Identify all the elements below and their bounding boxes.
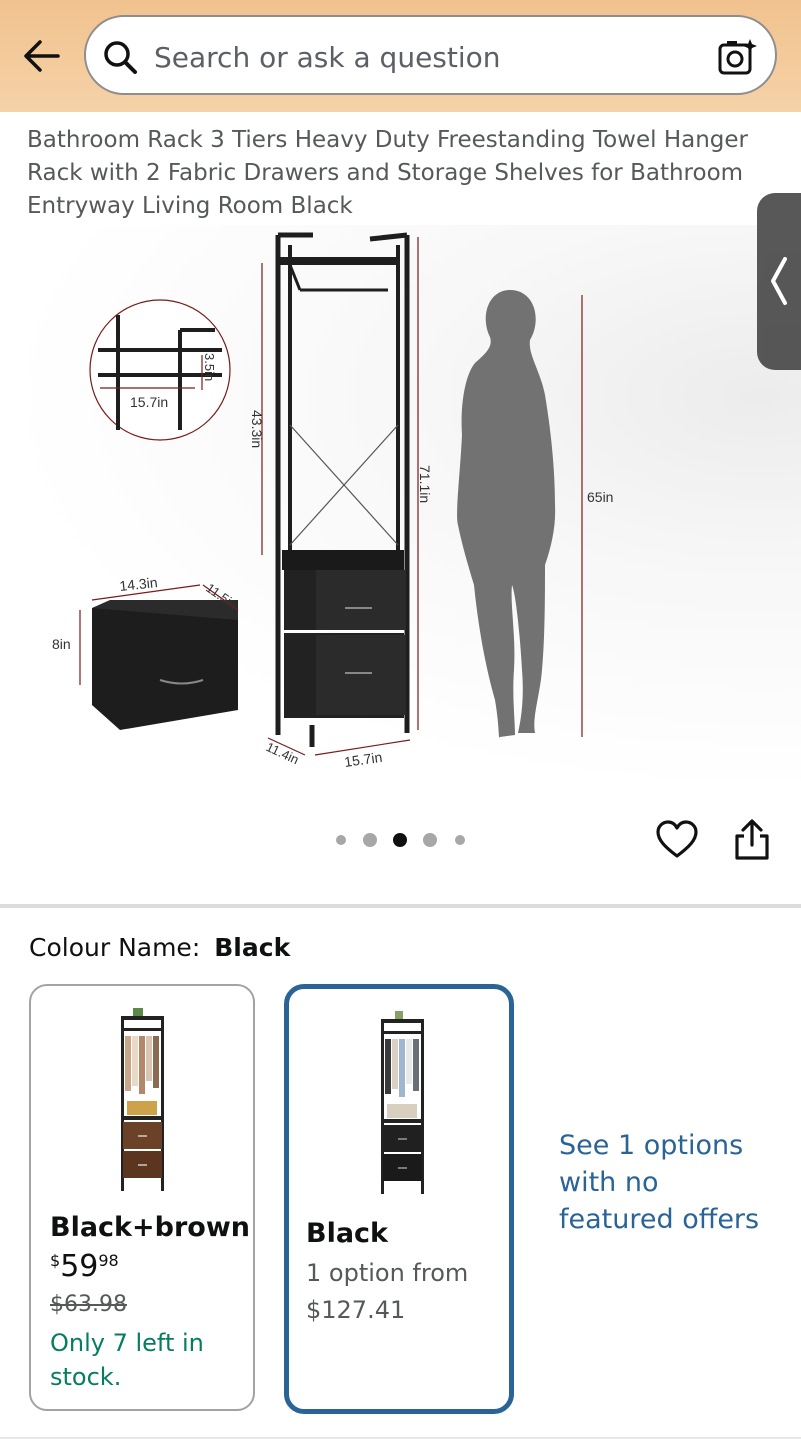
product-image-carousel[interactable]: 3.5in 15.7in 43.3in 71.1in 11.4in 15.7in… [0,225,801,795]
search-bar[interactable]: Search or ask a question [84,15,777,95]
variation-card-black[interactable]: Black 1 option from $127.41 [284,984,514,1414]
price-whole: 59 [60,1249,99,1284]
carousel-dot[interactable] [423,833,437,847]
rack-drawing [275,232,410,747]
app-header: Search or ask a question [0,0,801,112]
carousel-dot[interactable] [336,835,346,845]
shelf-detail-inset: 3.5in 15.7in [89,299,231,441]
stock-note: Only 7 left in stock. [50,1329,204,1391]
price-symbol: $ [50,1251,61,1270]
section-divider [0,904,801,908]
search-icon [104,41,137,74]
variation-name: Black+brown [50,1212,250,1243]
product-image: 3.5in 15.7in 43.3in 71.1in 11.4in 15.7in… [52,232,613,770]
person-silhouette: 65in [457,290,613,738]
carousel-dot-active[interactable] [393,833,407,847]
option-price: $127.41 [306,1296,406,1324]
price-fraction: 98 [98,1251,119,1270]
dim-label: 15.7in [130,394,168,410]
camera-search-icon[interactable] [717,37,757,77]
variation-name: Black [306,1218,389,1249]
see-more-options-link[interactable]: See 1 options with no featured offers [559,1127,769,1238]
carousel-dots [334,830,474,850]
variation-thumbnail [121,1008,164,1191]
carousel-dot[interactable] [455,835,465,845]
dim-label: 3.5in [202,353,217,381]
search-input[interactable]: Search or ask a question [154,41,501,74]
variation-offer: 1 option from $127.41 [306,1255,506,1329]
product-title: Bathroom Rack 3 Tiers Heavy Duty Freesta… [27,127,749,219]
variation-card-black-brown[interactable]: Black+brown $5998 $63.98 Only 7 left in … [29,984,255,1411]
variation-price: $5998 [50,1250,119,1284]
chevron-left-icon [771,257,787,305]
colour-label: Colour Name: [29,933,201,962]
dim-label: 65in [587,489,613,505]
dim-label: 15.7in [343,749,383,770]
dim-label: 14.3in [119,574,159,594]
variation-thumbnail [381,1011,424,1194]
was-price: $63.98 [50,1292,127,1317]
carousel-dot[interactable] [363,833,377,847]
drawer-drawing: 14.3in 11.5in 8in [52,574,240,730]
side-panel-tab[interactable] [757,193,801,370]
colour-name-row: Colour Name: Black [29,933,290,962]
heart-icon[interactable] [655,818,699,862]
dim-label: 43.3in [249,410,265,448]
dim-label: 71.1in [417,465,433,503]
option-line: 1 option from [306,1259,469,1287]
share-icon[interactable] [732,818,772,862]
dim-label: 8in [52,636,71,652]
back-arrow-icon[interactable] [20,36,64,76]
dim-label: 11.4in [264,739,302,767]
selected-colour: Black [214,933,291,962]
